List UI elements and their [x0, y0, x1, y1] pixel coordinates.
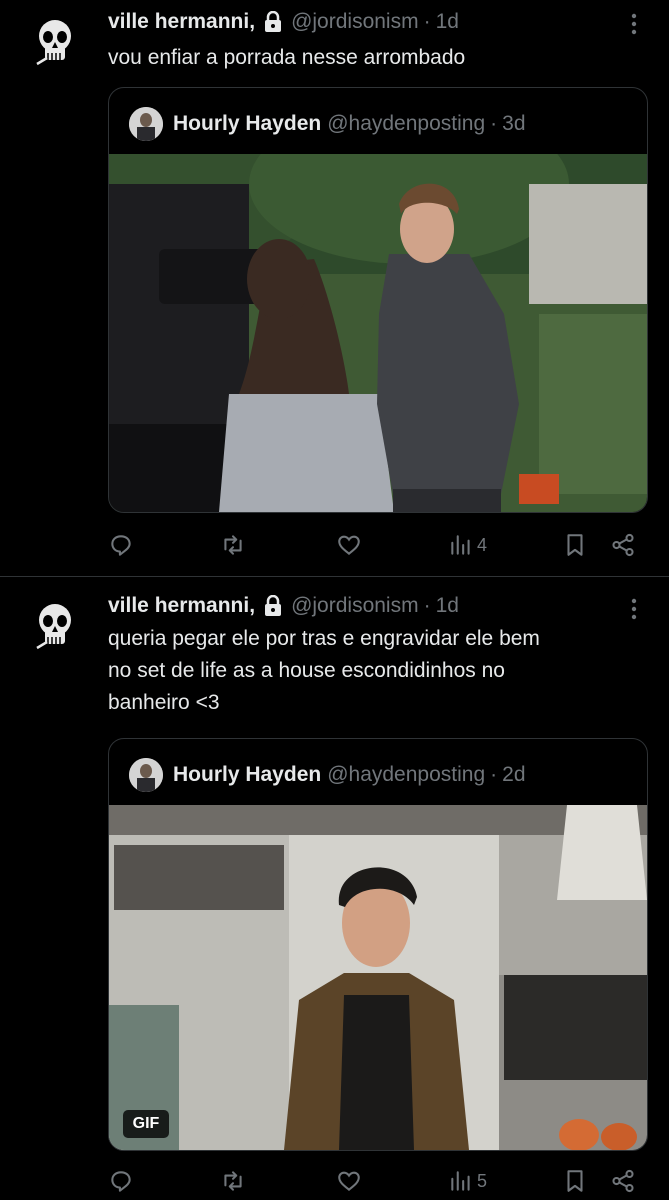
- author-name[interactable]: ville hermanni: [108, 594, 249, 618]
- quote-author-handle[interactable]: @haydenposting: [327, 112, 485, 136]
- timestamp[interactable]: 1d: [436, 10, 459, 34]
- bookmark-icon: [567, 534, 583, 556]
- lock-icon: [263, 594, 283, 617]
- author-handle[interactable]: @jordisonism: [291, 594, 419, 618]
- tweet-text: vou enfiar a porrada nesse arrombado: [108, 46, 466, 69]
- views-count: 5: [477, 1170, 488, 1191]
- retweet-icon: [224, 535, 242, 555]
- timestamp[interactable]: 1d: [436, 594, 459, 618]
- skull-avatar-icon[interactable]: [33, 18, 77, 70]
- name-comma: ,: [249, 594, 256, 617]
- quote-author-handle[interactable]: @haydenposting: [327, 763, 485, 787]
- share-icon: [612, 533, 634, 557]
- bookmark-button[interactable]: [562, 530, 588, 560]
- tweet-actions: 5: [108, 1166, 638, 1196]
- tweet[interactable]: ville hermanni , @jordisonism · 1d queri…: [0, 577, 669, 1200]
- quote-timestamp[interactable]: 2d: [502, 763, 525, 787]
- separator: ·: [423, 594, 431, 617]
- bookmark-icon: [567, 1170, 583, 1192]
- quote-author-name[interactable]: Hourly Hayden: [173, 112, 321, 136]
- tweet-text: queria pegar ele por tras e engravidar e…: [108, 627, 540, 714]
- tweet-header: ville hermanni , @jordisonism · 1d: [108, 6, 459, 38]
- tweet-actions: 4: [108, 530, 638, 560]
- separator: ·: [423, 10, 431, 33]
- retweet-button[interactable]: [220, 530, 246, 560]
- share-button[interactable]: [610, 1166, 636, 1196]
- views-button[interactable]: 5: [448, 1166, 487, 1196]
- separator: ·: [490, 763, 498, 786]
- reply-icon: [111, 535, 131, 556]
- quote-gif[interactable]: GIF: [109, 805, 647, 1150]
- tweet[interactable]: ville hermanni , @jordisonism · 1d vou e…: [0, 0, 669, 576]
- like-button[interactable]: [336, 1166, 362, 1196]
- quote-header: Hourly Hayden @haydenposting · 2d: [129, 757, 526, 793]
- skull-avatar-icon[interactable]: [33, 602, 77, 654]
- like-button[interactable]: [336, 530, 362, 560]
- reply-button[interactable]: [108, 530, 134, 560]
- share-button[interactable]: [610, 530, 636, 560]
- views-count: 4: [477, 534, 488, 555]
- author-handle[interactable]: @jordisonism: [291, 10, 419, 34]
- heart-icon: [338, 1171, 360, 1191]
- quote-avatar[interactable]: [129, 758, 163, 792]
- author-name[interactable]: ville hermanni: [108, 10, 249, 34]
- separator: ·: [490, 112, 498, 135]
- more-icon[interactable]: [622, 10, 646, 38]
- views-icon: [451, 1171, 470, 1191]
- retweet-icon: [224, 1171, 242, 1191]
- views-button[interactable]: 4: [448, 530, 487, 560]
- quote-header: Hourly Hayden @haydenposting · 3d: [129, 106, 526, 142]
- retweet-button[interactable]: [220, 1166, 246, 1196]
- share-icon: [612, 1169, 634, 1193]
- views-icon: [451, 535, 470, 555]
- quoted-tweet[interactable]: Hourly Hayden @haydenposting · 3d: [108, 87, 648, 513]
- reply-icon: [111, 1171, 131, 1192]
- more-icon[interactable]: [622, 595, 646, 623]
- heart-icon: [338, 535, 360, 555]
- quote-author-name[interactable]: Hourly Hayden: [173, 763, 321, 787]
- reply-button[interactable]: [108, 1166, 134, 1196]
- quote-avatar[interactable]: [129, 107, 163, 141]
- quoted-tweet[interactable]: Hourly Hayden @haydenposting · 2d GIF: [108, 738, 648, 1151]
- name-comma: ,: [249, 10, 256, 33]
- tweet-header: ville hermanni , @jordisonism · 1d: [108, 590, 459, 622]
- lock-icon: [263, 10, 283, 33]
- gif-badge: GIF: [123, 1110, 169, 1138]
- quote-photo[interactable]: [109, 154, 647, 512]
- quote-timestamp[interactable]: 3d: [502, 112, 525, 136]
- bookmark-button[interactable]: [562, 1166, 588, 1196]
